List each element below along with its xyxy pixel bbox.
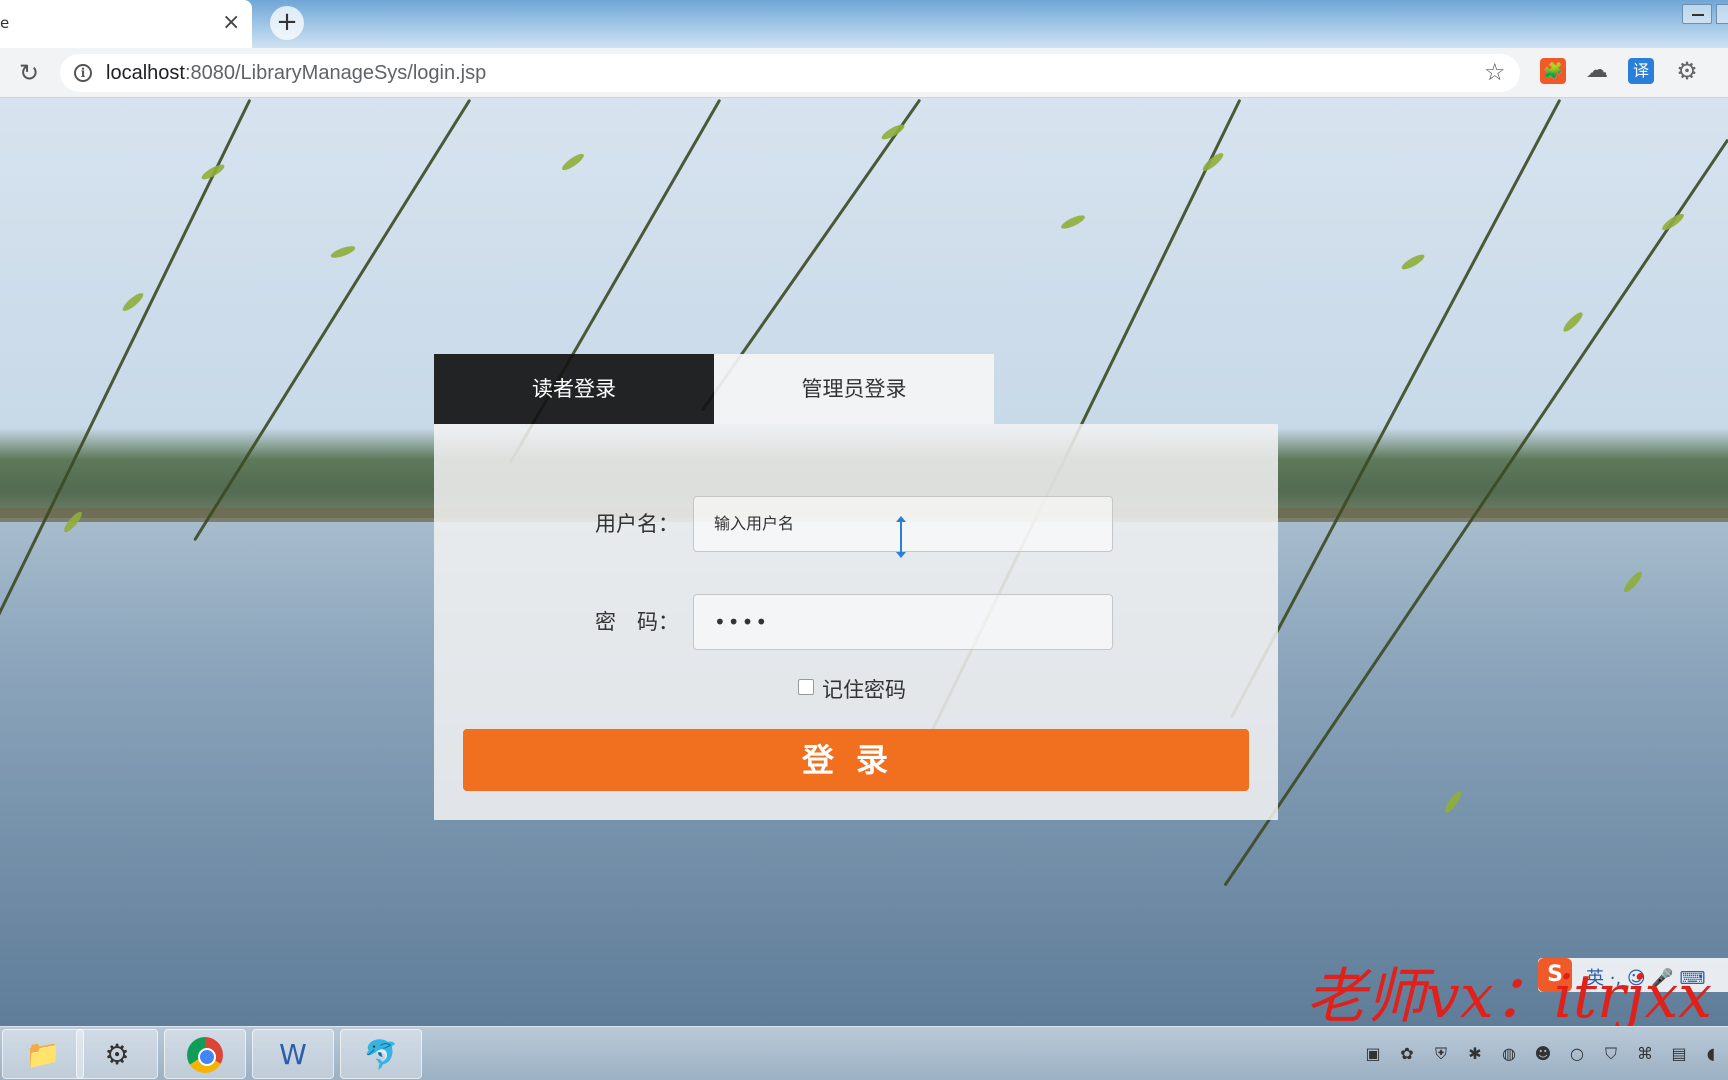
tray-icon[interactable]: ▣ [1362, 1043, 1384, 1065]
chrome-icon[interactable] [164, 1029, 246, 1079]
minimize-window-button[interactable] [1682, 4, 1712, 24]
translate-extension-icon[interactable]: 译 [1628, 58, 1654, 84]
bluetooth-icon[interactable]: ✱ [1464, 1043, 1486, 1065]
tray-icon[interactable]: ⛨ [1430, 1043, 1452, 1065]
mysql-icon[interactable]: 🐬 [340, 1029, 422, 1079]
remember-password-checkbox[interactable] [798, 679, 814, 695]
tab-title: e [0, 14, 10, 32]
browser-tab-strip: e × + [0, 0, 1728, 48]
tab-close-icon[interactable]: × [222, 10, 240, 35]
chrome-logo-icon [187, 1037, 223, 1073]
tab-admin-login[interactable]: 管理员登录 [714, 354, 994, 424]
tray-icon[interactable]: ○ [1566, 1043, 1588, 1065]
address-bar[interactable]: i localhost:8080/LibraryManageSys/login.… [60, 54, 1520, 92]
window-control-button[interactable] [1716, 4, 1728, 24]
username-input[interactable]: 输入用户名 [693, 496, 1113, 552]
new-tab-button[interactable]: + [270, 6, 304, 40]
site-info-icon[interactable]: i [74, 64, 92, 82]
browser-toolbar: ↻ i localhost:8080/LibraryManageSys/logi… [0, 48, 1728, 98]
network-icon[interactable]: ⌘ [1634, 1043, 1656, 1065]
extension-icon[interactable]: 🧩 [1540, 58, 1566, 84]
watermark-text: 老师vx：itrjxx [1306, 962, 1712, 1032]
text-cursor-icon [896, 516, 906, 558]
tray-icon[interactable]: ◍ [1498, 1043, 1520, 1065]
password-label: 密 码： [595, 610, 679, 634]
tab-reader-login[interactable]: 读者登录 [434, 354, 714, 424]
java-ee-ide-icon[interactable]: ⚙ [76, 1029, 158, 1079]
login-button[interactable]: 登录 [463, 729, 1249, 791]
reload-icon[interactable]: ↻ [12, 56, 46, 90]
browser-tab[interactable]: e × [0, 0, 252, 48]
device-icon[interactable]: ▤ [1668, 1043, 1690, 1065]
username-label: 用户名： [595, 512, 679, 536]
bookmark-star-icon[interactable]: ☆ [1484, 58, 1506, 86]
volume-icon[interactable]: ◖ [1700, 1043, 1722, 1065]
taskbar: 📁 ⚙ W 🐬 ▣ ✿ ⛨ ✱ ◍ ☻ ○ ⛉ ⌘ ▤ ◖ [0, 1026, 1728, 1080]
qq-icon[interactable]: ☻ [1532, 1043, 1554, 1065]
word-icon[interactable]: W [252, 1029, 334, 1079]
tray-icon[interactable]: ✿ [1396, 1043, 1418, 1065]
security-shield-icon[interactable]: ⛉ [1600, 1043, 1622, 1065]
url-host: localhost [106, 62, 185, 84]
file-explorer-icon[interactable]: 📁 [2, 1029, 84, 1079]
cloud-extension-icon[interactable]: ☁ [1584, 58, 1610, 84]
password-input[interactable]: •••• [693, 594, 1113, 650]
remember-password-label[interactable]: 记住密码 [822, 674, 906, 704]
url-text[interactable]: localhost:8080/LibraryManageSys/login.js… [106, 62, 486, 85]
login-panel: 用户名： 输入用户名 密 码： •••• 记住密码 登录 [434, 424, 1278, 820]
settings-extension-icon[interactable]: ⚙ [1674, 58, 1700, 84]
url-path: :8080/LibraryManageSys/login.jsp [184, 62, 487, 84]
